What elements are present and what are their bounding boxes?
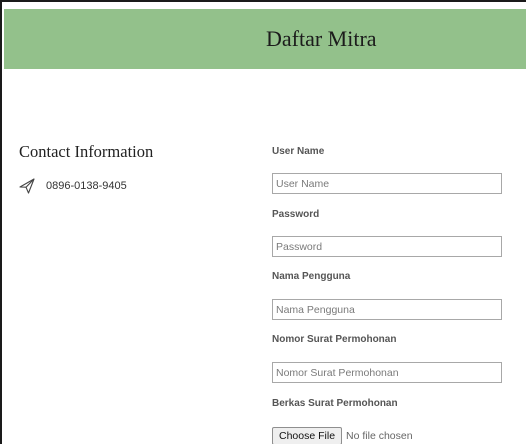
nama-pengguna-input[interactable] (272, 299, 502, 320)
contact-information-heading: Contact Information (19, 142, 154, 161)
password-input[interactable] (272, 236, 502, 257)
contact-phone-row: 0896-0138-9405 (19, 178, 127, 194)
nomor-surat-permohonan-input[interactable] (272, 362, 502, 383)
page-title: Daftar Mitra (266, 26, 377, 51)
page-frame: Daftar Mitra Contact Information 0896-01… (0, 0, 526, 444)
contact-phone-number: 0896-0138-9405 (46, 180, 127, 192)
berkas-surat-permohonan-label: Berkas Surat Permohonan (272, 398, 398, 409)
nomor-surat-permohonan-label: Nomor Surat Permohonan (272, 334, 397, 345)
user-name-label: User Name (272, 146, 325, 157)
password-label: Password (272, 209, 320, 220)
nama-pengguna-label: Nama Pengguna (272, 271, 351, 282)
file-upload-input[interactable]: Choose File No file chosen (272, 426, 413, 444)
send-paper-plane-icon (19, 178, 35, 194)
page-header: Daftar Mitra (4, 9, 526, 69)
file-status-text: No file chosen (346, 430, 413, 442)
choose-file-button[interactable]: Choose File (272, 427, 343, 444)
user-name-input[interactable] (272, 173, 502, 194)
